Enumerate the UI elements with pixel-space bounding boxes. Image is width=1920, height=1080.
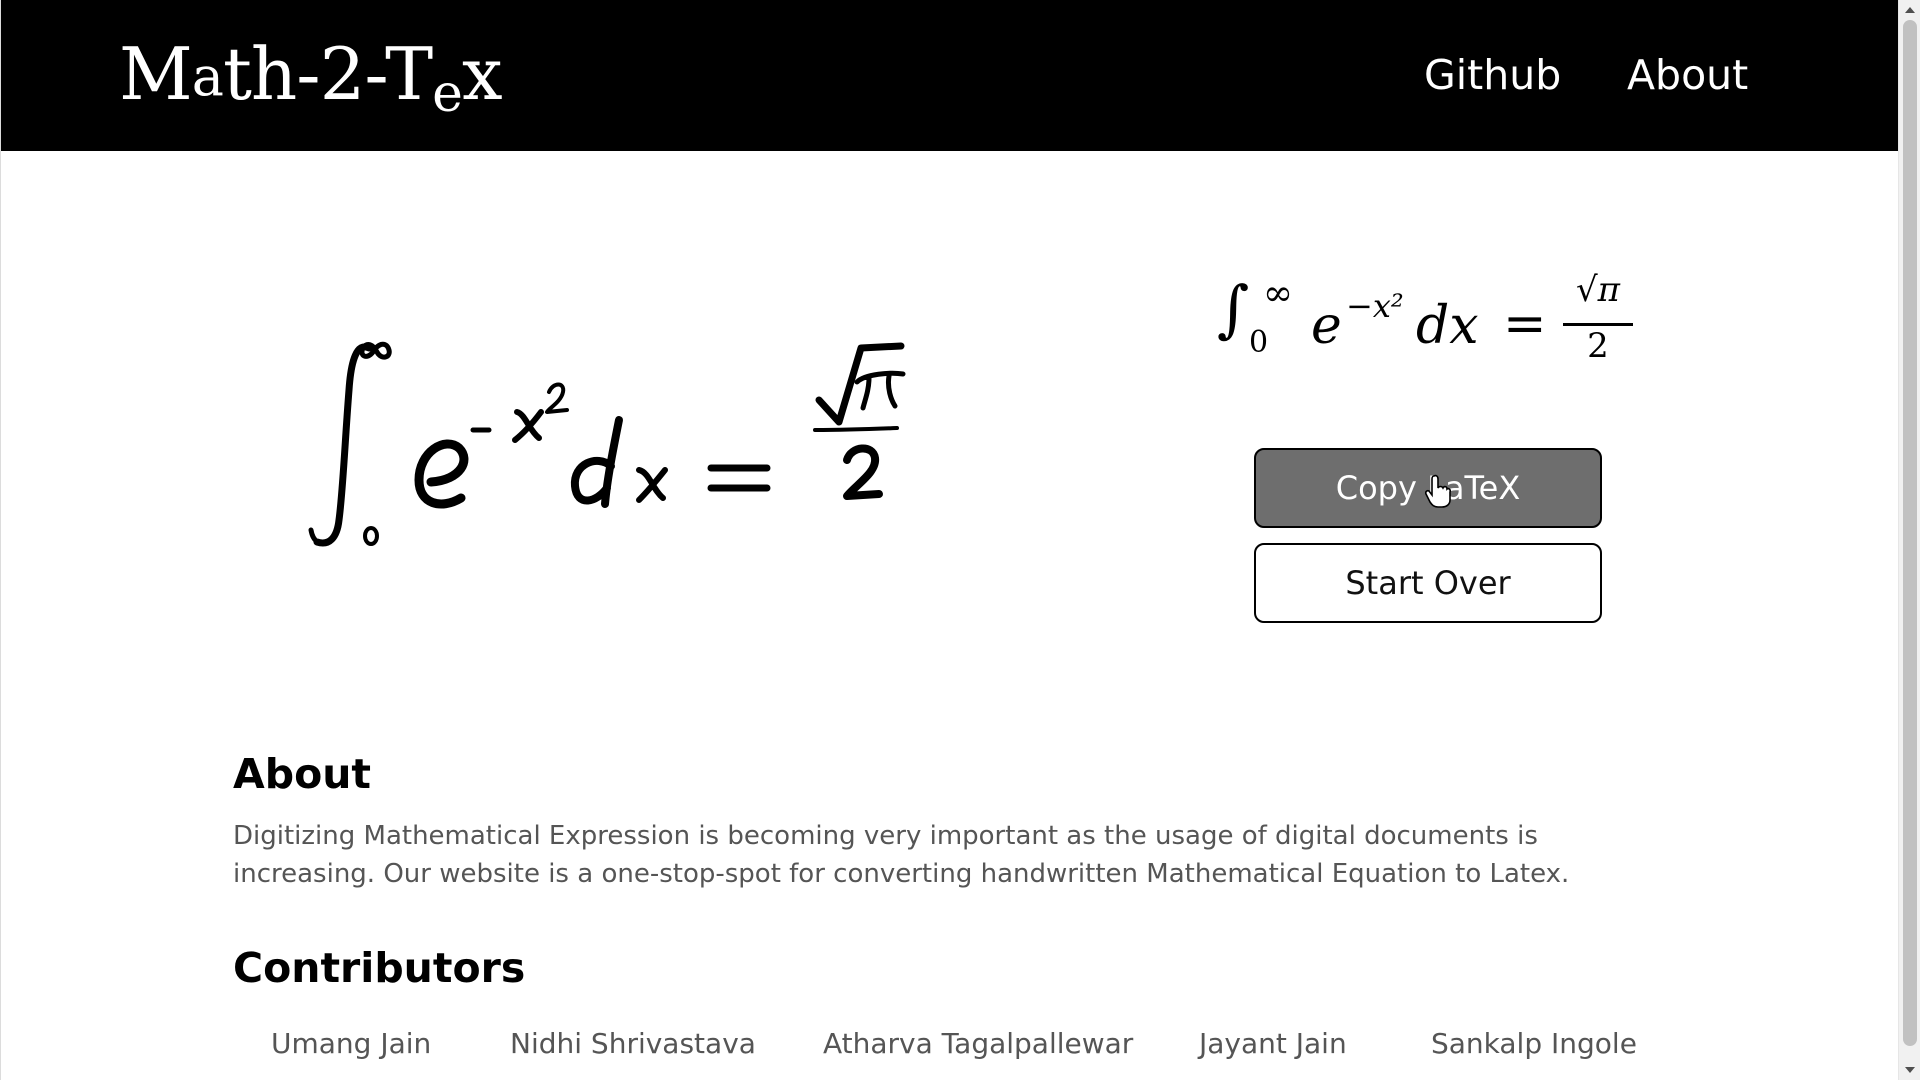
logo-letter-e: e [432,64,463,124]
nav-github-link[interactable]: Github [1424,44,1561,106]
hand-cursor-icon [1425,474,1451,508]
logo-letter-a: a [191,45,224,108]
contributor-name: Jayant Jain [1199,1027,1347,1060]
exponent: −x² [1346,287,1404,325]
start-over-button[interactable]: Start Over [1254,543,1602,623]
site-logo[interactable]: Math-2-Tex [119,26,503,130]
contributors-heading: Contributors [233,944,526,992]
nav-about-link[interactable]: About [1627,44,1748,106]
scroll-down-arrow-icon[interactable] [1899,1060,1920,1080]
about-heading: About [233,750,372,798]
equals-sign: = [1503,294,1547,354]
integral-upper-limit: ∞ [1263,273,1293,314]
handwritten-equation-image [308,341,906,547]
about-description: Digitizing Mathematical Expression is be… [233,821,1570,889]
exponential-base: e [1311,296,1342,356]
contributors-list: Umang Jain Nidhi Shrivastava Atharva Tag… [233,1022,1673,1066]
contributor-name: Atharva Tagalpallewar [823,1027,1134,1060]
logo-text: th-2-T [222,32,433,116]
vertical-scrollbar[interactable] [1898,0,1920,1080]
rendered-latex-output: ∫ ∞ 0 e −x² dx = √π 2 [1213,268,1643,368]
differential: dx [1416,296,1479,356]
integral-sign: ∫ [1217,272,1250,345]
fraction-denominator: 2 [1587,326,1609,366]
page: Math-2-Tex Github About ∫ ∞ 0 e −x² dx =… [0,0,1898,1080]
contributor-name: Umang Jain [271,1027,432,1060]
contributor-name: Sankalp Ingole [1431,1027,1637,1060]
integral-lower-limit: 0 [1249,325,1269,360]
top-navbar: Math-2-Tex Github About [1,0,1898,151]
scroll-up-arrow-icon[interactable] [1899,0,1920,20]
contributor-name: Nidhi Shrivastava [510,1027,756,1060]
logo-letter-m: M [119,32,193,116]
logo-letter-x: x [461,32,503,116]
fraction-numerator: √π [1575,270,1620,310]
scrollbar-thumb[interactable] [1903,20,1917,1046]
